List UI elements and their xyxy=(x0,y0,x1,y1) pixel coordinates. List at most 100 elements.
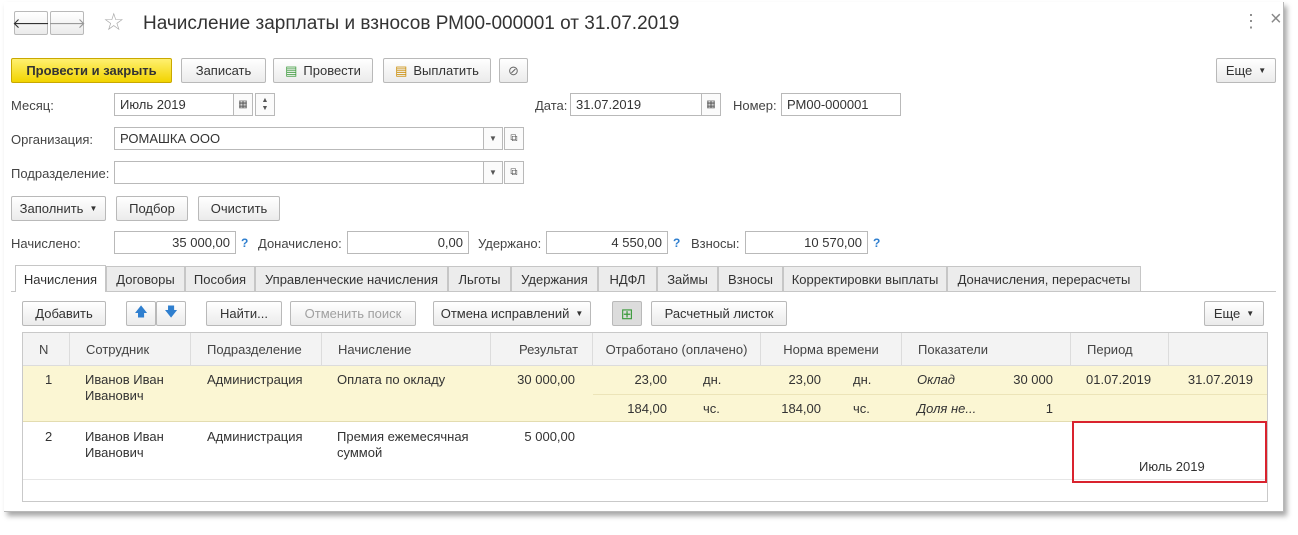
withheld-help-icon[interactable]: ? xyxy=(673,236,680,250)
row-number: 2 xyxy=(45,429,53,444)
contributions-field[interactable]: 10 570,00 xyxy=(745,231,868,254)
table-more-button[interactable]: Еще ▼ xyxy=(1204,301,1264,326)
undo-corrections-label: Отмена исправлений xyxy=(440,306,570,321)
norm-days-unit: дн. xyxy=(853,372,872,387)
clear-button[interactable]: Очистить xyxy=(198,196,280,221)
worked-hours-unit: чс. xyxy=(703,401,720,416)
accruals-table[interactable]: N Сотрудник Подразделение Начисление Рез… xyxy=(22,332,1268,502)
norm-days-cell: 23,00 xyxy=(788,372,821,387)
tab-contributions[interactable]: Взносы xyxy=(718,266,783,291)
additional-field[interactable]: 0,00 xyxy=(347,231,469,254)
attach-file-button[interactable]: ⊘ xyxy=(499,58,528,83)
close-icon[interactable]: × xyxy=(1270,8,1282,31)
undo-corrections-button[interactable]: Отмена исправлений ▼ xyxy=(433,301,591,326)
accrued-label: Начислено: xyxy=(11,236,81,251)
tab-accruals[interactable]: Начисления xyxy=(15,265,106,292)
more-actions-icon[interactable]: ⋮ xyxy=(1242,11,1260,32)
column-header-norm[interactable]: Норма времени xyxy=(761,333,902,366)
tab-benefits[interactable]: Пособия xyxy=(185,266,255,291)
stepper-up-icon: ▲ xyxy=(261,96,269,104)
table-settings-button[interactable]: ⊞ xyxy=(612,301,642,326)
post-and-close-button[interactable]: Провести и закрыть xyxy=(11,58,172,83)
find-button[interactable]: Найти... xyxy=(206,301,282,326)
dropdown-arrow-icon: ▼ xyxy=(575,309,584,318)
department-cell: Администрация xyxy=(207,429,303,444)
calendar-icon: ▦ xyxy=(238,99,248,110)
month-field[interactable]: Июль 2019 xyxy=(114,93,234,116)
tab-deductions[interactable]: Удержания xyxy=(511,266,598,291)
calendar-button[interactable]: ▦ xyxy=(233,93,253,116)
favorite-star-icon[interactable]: ☆ xyxy=(103,8,125,37)
organization-open-button[interactable]: ⧉ xyxy=(504,127,524,150)
month-stepper[interactable]: ▲ ▼ xyxy=(255,93,275,116)
move-up-button[interactable]: 🡅 xyxy=(126,301,156,326)
open-link-icon: ⧉ xyxy=(510,167,518,178)
withheld-field[interactable]: 4 550,00 xyxy=(546,231,668,254)
date-calendar-button[interactable]: ▦ xyxy=(701,93,721,116)
accrued-field[interactable]: 35 000,00 xyxy=(114,231,236,254)
organization-dropdown-button[interactable]: ▼ xyxy=(483,127,503,150)
post-button[interactable]: ▤ Провести xyxy=(273,58,373,83)
cancel-search-button[interactable]: Отменить поиск xyxy=(290,301,416,326)
employee-name-line2: Иванович xyxy=(85,388,144,403)
select-button[interactable]: Подбор xyxy=(116,196,188,221)
accrued-help-icon[interactable]: ? xyxy=(241,236,248,250)
document-window: 🡐 🡒 ☆ Начисление зарплаты и взносов РМ00… xyxy=(4,2,1284,512)
save-button[interactable]: Записать xyxy=(181,58,266,83)
employee-name-line2: Иванович xyxy=(85,445,144,460)
dropdown-arrow-icon: ▼ xyxy=(1258,66,1267,75)
accrual-cell-line2: суммой xyxy=(337,445,383,460)
more-button-label: Еще xyxy=(1225,63,1253,78)
column-header-worked[interactable]: Отработано (оплачено) xyxy=(593,333,761,366)
back-button[interactable]: 🡐 xyxy=(12,11,50,35)
column-header-indicators[interactable]: Показатели xyxy=(902,333,1071,366)
payslip-button[interactable]: Расчетный листок xyxy=(651,301,787,326)
withheld-label: Удержано: xyxy=(478,236,542,251)
more-button-label: Еще xyxy=(1213,306,1241,321)
arrow-right-icon: 🡒 xyxy=(48,14,86,31)
column-header-result[interactable]: Результат xyxy=(491,333,593,366)
tab-strip-line xyxy=(11,291,1276,292)
column-header-period-end[interactable] xyxy=(1169,333,1267,366)
number-field[interactable]: РМ00-000001 xyxy=(781,93,901,116)
open-link-icon: ⧉ xyxy=(510,133,518,144)
indicator-value-cell: 1 xyxy=(1045,401,1053,416)
column-header-n[interactable]: N xyxy=(23,333,70,366)
accrual-cell: Оплата по окладу xyxy=(337,372,446,387)
department-label: Подразделение: xyxy=(11,166,110,181)
tab-loans[interactable]: Займы xyxy=(657,266,718,291)
tab-privileges[interactable]: Льготы xyxy=(448,266,511,291)
tab-payment-corrections[interactable]: Корректировки выплаты xyxy=(783,266,947,291)
more-button[interactable]: Еще ▼ xyxy=(1216,58,1276,83)
column-header-department[interactable]: Подразделение xyxy=(191,333,322,366)
period-to-cell: 31.07.2019 xyxy=(1187,372,1253,387)
table-row[interactable]: 1 Иванов Иван Иванович Администрация Опл… xyxy=(23,366,1267,422)
dropdown-arrow-icon: ▼ xyxy=(489,168,497,177)
contributions-help-icon[interactable]: ? xyxy=(873,236,880,250)
pay-document-icon: ▤ xyxy=(395,62,408,78)
fill-button-label: Заполнить xyxy=(19,201,84,216)
dropdown-arrow-icon: ▼ xyxy=(89,204,98,213)
department-dropdown-button[interactable]: ▼ xyxy=(483,161,503,184)
date-field[interactable]: 31.07.2019 xyxy=(570,93,702,116)
norm-hours-cell: 184,00 xyxy=(781,401,821,416)
contributions-label: Взносы: xyxy=(691,236,740,251)
add-row-button[interactable]: Добавить xyxy=(22,301,106,326)
indicator-name-cell: Доля не... xyxy=(917,401,977,416)
move-down-button[interactable]: 🡇 xyxy=(156,301,186,326)
number-label: Номер: xyxy=(733,98,777,113)
column-header-employee[interactable]: Сотрудник xyxy=(70,333,191,366)
fill-button[interactable]: Заполнить ▼ xyxy=(11,196,106,221)
column-header-accrual[interactable]: Начисление xyxy=(322,333,491,366)
forward-button[interactable]: 🡒 xyxy=(48,11,86,35)
tab-additional-recalculations[interactable]: Доначисления, перерасчеты xyxy=(947,266,1141,291)
pay-button[interactable]: ▤ Выплатить xyxy=(383,58,491,83)
department-field[interactable] xyxy=(114,161,484,184)
department-open-button[interactable]: ⧉ xyxy=(504,161,524,184)
tab-ndfl[interactable]: НДФЛ xyxy=(598,266,657,291)
tab-management-accruals[interactable]: Управленческие начисления xyxy=(255,266,448,291)
organization-field[interactable]: РОМАШКА ООО xyxy=(114,127,484,150)
date-label: Дата: xyxy=(535,98,568,113)
tab-contracts[interactable]: Договоры xyxy=(106,266,185,291)
column-header-period[interactable]: Период xyxy=(1071,333,1169,366)
